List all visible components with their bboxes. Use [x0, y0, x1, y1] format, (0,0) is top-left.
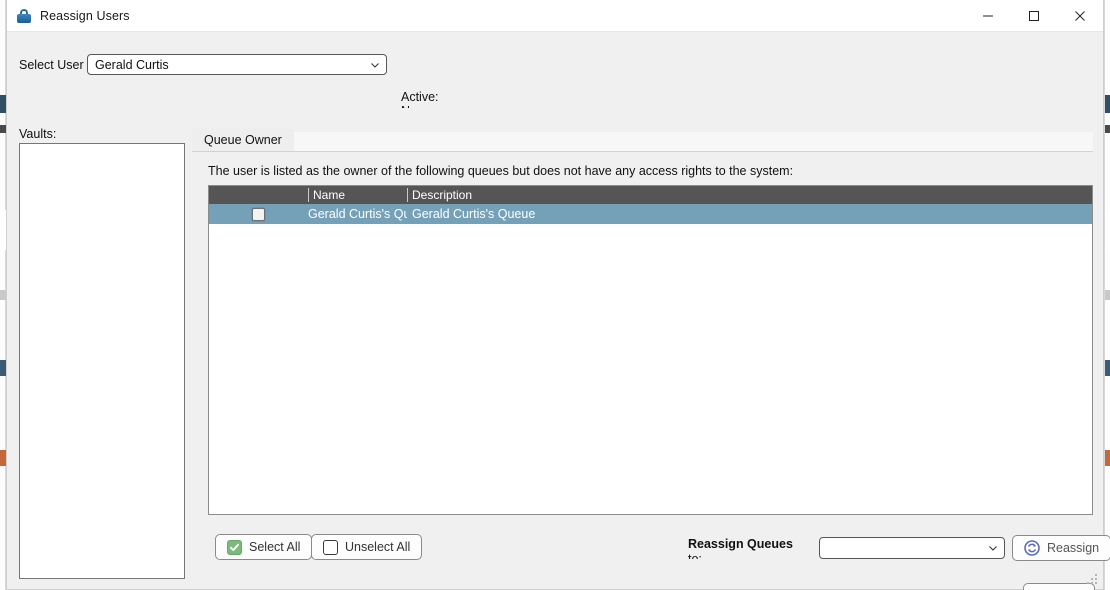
- chevron-down-icon: [986, 541, 1000, 555]
- grid-header-row: Name Description: [209, 186, 1092, 204]
- vaults-list[interactable]: [19, 143, 185, 579]
- window-controls: [965, 0, 1103, 32]
- grid-header-name[interactable]: Name: [308, 186, 407, 204]
- active-value: No: [401, 104, 491, 108]
- active-status-block: Active: No: [401, 90, 491, 108]
- background-chip: [1105, 360, 1110, 376]
- row-checkbox-cell[interactable]: [209, 204, 308, 224]
- unselect-all-button[interactable]: Unselect All: [311, 534, 423, 560]
- resize-grip[interactable]: [1085, 572, 1098, 585]
- background-chip: [1105, 125, 1110, 133]
- chevron-down-icon: [368, 58, 382, 72]
- minimize-button[interactable]: [965, 0, 1011, 32]
- refresh-icon: [1024, 540, 1040, 556]
- reassign-button[interactable]: Reassign: [1012, 535, 1110, 561]
- background-window-right-edge[interactable]: [1104, 0, 1110, 590]
- select-user-value: Gerald Curtis: [95, 57, 169, 72]
- dialog-body: Select User Gerald Curtis Active: No Vau…: [7, 32, 1110, 590]
- reassign-button-label: Reassign: [1047, 541, 1100, 555]
- tab-strip: Queue Owner: [192, 128, 1093, 152]
- row-name: Gerald Curtis's Qu...: [308, 207, 407, 221]
- window-title: Reassign Users: [40, 8, 130, 23]
- tab-strip-filler: [290, 132, 1093, 152]
- tab-label: Queue Owner: [204, 133, 282, 147]
- reassign-users-dialog: Reassign Users Select User Gerald Curtis: [6, 0, 1110, 590]
- select-all-label: Select All: [249, 540, 301, 554]
- vaults-label: Vaults:: [19, 127, 57, 141]
- tab-queue-owner[interactable]: Queue Owner: [192, 128, 294, 152]
- reassign-queues-label-block: Reassign Queues to:: [688, 537, 806, 559]
- grid-header-description[interactable]: Description: [407, 186, 1092, 204]
- screen: Reassign Users Select User Gerald Curtis: [0, 0, 1110, 590]
- lock-icon: [16, 8, 32, 24]
- grid-header-check[interactable]: [209, 186, 308, 204]
- panel-description: The user is listed as the owner of the f…: [208, 164, 794, 178]
- row-checkbox[interactable]: [252, 207, 265, 221]
- background-chip: [1105, 95, 1110, 113]
- select-user-row: Select User Gerald Curtis: [19, 54, 387, 75]
- select-user-label: Select User: [19, 57, 84, 72]
- empty-checkbox-icon: [323, 539, 338, 555]
- title-bar[interactable]: Reassign Users: [7, 0, 1103, 32]
- tab-underline: [192, 151, 1093, 152]
- check-icon: [227, 539, 242, 555]
- select-all-button[interactable]: Select All: [215, 534, 313, 560]
- row-description: Gerald Curtis's Queue: [412, 207, 536, 221]
- reassign-target-combobox[interactable]: [819, 537, 1005, 559]
- reassign-queues-label: Reassign Queues: [688, 537, 793, 551]
- select-user-combobox[interactable]: Gerald Curtis: [87, 54, 387, 75]
- maximize-button[interactable]: [1011, 0, 1057, 32]
- unselect-all-label: Unselect All: [345, 540, 411, 554]
- close-button[interactable]: [1057, 0, 1103, 32]
- queues-grid[interactable]: Name Description Gerald Curtis's Qu... G…: [208, 185, 1093, 515]
- table-row[interactable]: Gerald Curtis's Qu... Gerald Curtis's Qu…: [209, 204, 1092, 224]
- background-chip: [1105, 290, 1110, 300]
- active-label: Active:: [401, 90, 439, 104]
- background-chip: [1105, 210, 1110, 250]
- reassign-queues-sublabel: to:: [688, 552, 702, 559]
- background-chip: [1105, 450, 1110, 466]
